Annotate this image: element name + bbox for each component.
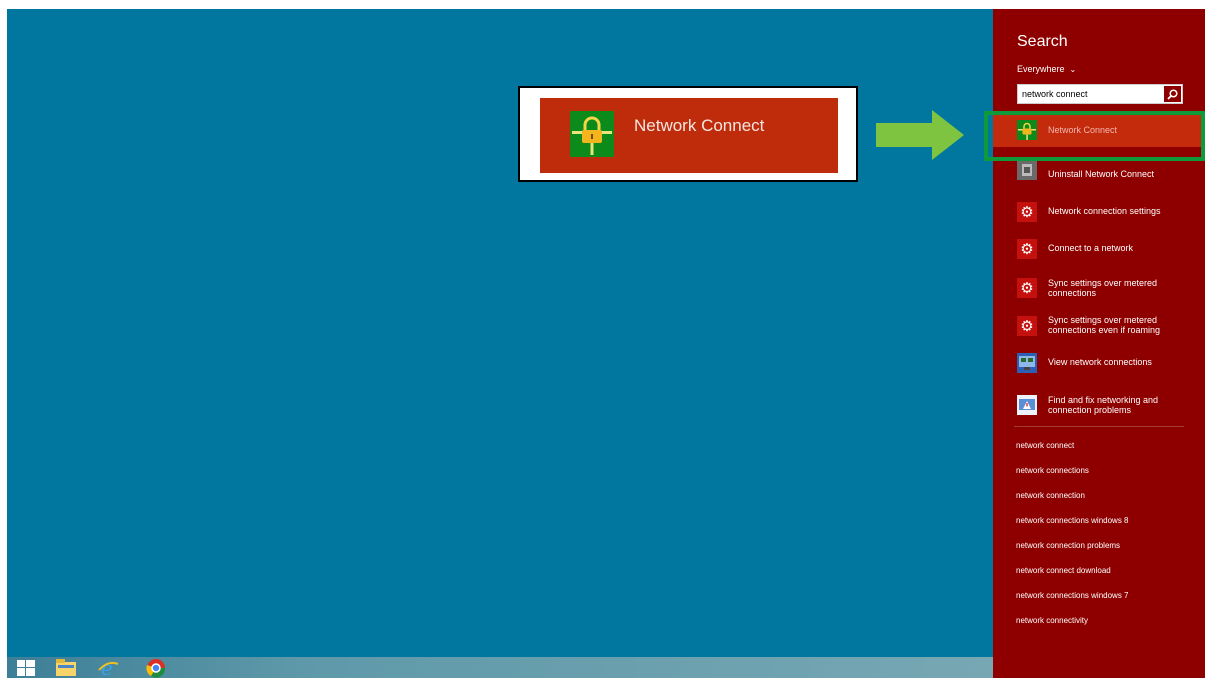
start-icon[interactable]	[13, 658, 39, 678]
settings-gear-icon: ⚙	[1017, 239, 1037, 259]
results-divider	[1014, 426, 1184, 427]
search-suggestion[interactable]: network connections windows 7	[1016, 591, 1129, 600]
settings-gear-icon: ⚙	[1017, 202, 1037, 222]
search-input[interactable]	[1018, 85, 1164, 103]
charm-title: Search	[1017, 33, 1068, 50]
zoomed-result-tile: Network Connect	[540, 98, 838, 173]
chevron-down-icon: ⌄	[1069, 65, 1077, 74]
result-label: Connect to a network	[1048, 243, 1134, 253]
search-charm-panel: Search Everywhere ⌄ Network Connect	[993, 9, 1205, 678]
result-label: Sync settings over metered connections	[1048, 278, 1158, 298]
search-result-network-connection-settings[interactable]: ⚙ Network connection settings	[993, 195, 1205, 229]
search-result-connect-to-network[interactable]: ⚙ Connect to a network	[993, 232, 1205, 266]
uninstall-program-icon	[1017, 160, 1037, 180]
zoomed-result-callout: Network Connect	[518, 86, 858, 182]
search-suggestion[interactable]: network connections windows 8	[1016, 516, 1129, 525]
svg-text:e: e	[101, 658, 113, 678]
search-suggestion[interactable]: network connectivity	[1016, 616, 1088, 625]
search-suggestion[interactable]: network connect	[1016, 441, 1074, 450]
result-label: Network connection settings	[1048, 206, 1161, 216]
result-label: Find and fix networking and connection p…	[1048, 395, 1159, 415]
search-suggestion[interactable]: network connect download	[1016, 566, 1111, 575]
search-result-find-fix-networking[interactable]: Find and fix networking and connection p…	[993, 387, 1205, 421]
chrome-icon[interactable]	[143, 658, 169, 678]
search-result-sync-metered[interactable]: ⚙ Sync settings over metered connections	[993, 269, 1205, 303]
result-label: View network connections	[1048, 357, 1152, 367]
internet-explorer-icon[interactable]: e	[95, 658, 121, 678]
taskbar: e	[7, 657, 993, 678]
zoomed-result-label: Network Connect	[634, 116, 765, 135]
result-label: Sync settings over metered connections e…	[1048, 315, 1161, 335]
settings-gear-icon: ⚙	[1017, 278, 1037, 298]
search-suggestion[interactable]: network connections	[1016, 466, 1089, 475]
search-scope-dropdown[interactable]: Everywhere ⌄	[1017, 64, 1076, 74]
network-connections-icon	[1017, 353, 1037, 373]
settings-gear-icon: ⚙	[1017, 316, 1037, 336]
search-suggestion[interactable]: network connection problems	[1016, 541, 1120, 550]
pointer-arrow-icon	[876, 110, 964, 160]
network-connect-lock-icon	[570, 111, 614, 157]
search-result-sync-metered-roaming[interactable]: ⚙ Sync settings over metered connections…	[993, 307, 1205, 341]
search-icon	[1167, 88, 1178, 100]
search-box	[1017, 84, 1183, 104]
file-explorer-icon[interactable]	[53, 658, 79, 678]
search-suggestion[interactable]: network connection	[1016, 491, 1085, 500]
selected-result-highlight	[984, 111, 1205, 161]
search-result-view-network-connections[interactable]: View network connections	[993, 346, 1205, 380]
search-result-uninstall[interactable]: Uninstall Network Connect	[993, 157, 1205, 191]
screen: Network Connect e Search Everywhere ⌄ ne…	[0, 0, 1205, 678]
search-scope-label: Everywhere	[1017, 64, 1065, 74]
search-button[interactable]	[1164, 86, 1181, 102]
result-label: Uninstall Network Connect	[1048, 169, 1155, 179]
troubleshoot-icon	[1017, 395, 1037, 415]
